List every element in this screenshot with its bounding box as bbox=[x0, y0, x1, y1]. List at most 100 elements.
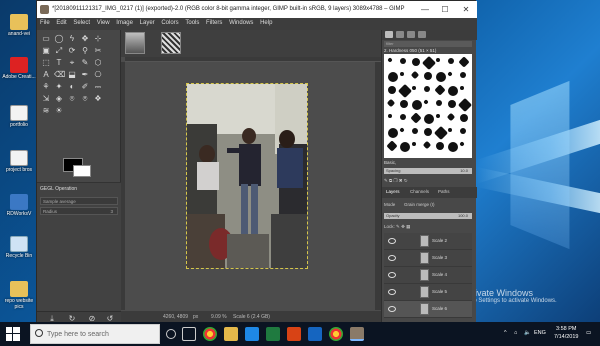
desktop-icon-adobe[interactable]: Adobe Creati... bbox=[2, 57, 36, 80]
brush-filter-input[interactable]: filter bbox=[384, 41, 472, 47]
brush-swatch[interactable] bbox=[424, 114, 434, 124]
tool-icon[interactable]: ⤢ bbox=[54, 46, 64, 55]
layer-row[interactable]: Scale 3 bbox=[384, 250, 472, 267]
tool-icon[interactable]: ◈ bbox=[54, 94, 64, 103]
brushes-tab-icon[interactable] bbox=[385, 31, 393, 38]
background-color-swatch[interactable] bbox=[73, 165, 91, 177]
tool-icon[interactable]: ▭ bbox=[41, 34, 51, 43]
task-view-icon[interactable] bbox=[182, 327, 196, 341]
fonts-tab-icon[interactable] bbox=[407, 31, 415, 38]
menu-image[interactable]: Image bbox=[113, 18, 135, 26]
tool-icon[interactable]: T bbox=[54, 58, 64, 67]
layer-row[interactable]: Scale 5 bbox=[384, 284, 472, 301]
menu-select[interactable]: Select bbox=[70, 18, 92, 26]
tray-up-arrow-icon[interactable]: ^ bbox=[504, 330, 507, 336]
eye-icon[interactable] bbox=[388, 255, 396, 261]
notification-icon[interactable]: ▭ bbox=[586, 330, 591, 336]
brush-swatch[interactable] bbox=[386, 140, 398, 152]
brush-swatch[interactable] bbox=[388, 128, 398, 138]
spacing-slider[interactable]: Spacing 10.0 bbox=[384, 168, 472, 174]
zoom-selector[interactable]: 9.09 % bbox=[211, 314, 227, 320]
chrome-icon[interactable] bbox=[203, 327, 217, 341]
brush-swatch[interactable] bbox=[400, 114, 406, 120]
image-tab-pattern[interactable] bbox=[161, 32, 181, 54]
tool-icon[interactable]: ⌖ bbox=[67, 58, 77, 67]
word-icon[interactable] bbox=[308, 327, 322, 341]
tool-icon[interactable]: ⎔ bbox=[93, 70, 103, 79]
desktop-icon-portfolio[interactable]: portfolio bbox=[2, 105, 36, 128]
tab-layers[interactable]: Layers bbox=[386, 189, 400, 194]
desktop-icon-rdworks[interactable]: RDWorksV bbox=[2, 194, 36, 217]
brush-swatch[interactable] bbox=[433, 125, 449, 141]
brush-swatch[interactable] bbox=[460, 114, 468, 122]
tool-icon[interactable]: ✂ bbox=[93, 46, 103, 55]
volume-icon[interactable]: 🔈 bbox=[524, 330, 531, 336]
eye-icon[interactable] bbox=[388, 289, 396, 295]
language-indicator[interactable]: ENG bbox=[534, 330, 546, 336]
eye-icon[interactable] bbox=[388, 306, 396, 312]
brush-swatch[interactable] bbox=[400, 72, 404, 76]
brush-swatch[interactable] bbox=[460, 86, 464, 90]
tool-icon[interactable]: ⍟ bbox=[80, 94, 90, 103]
tool-icon[interactable]: ⌾ bbox=[67, 94, 77, 103]
layer-row[interactable]: Scale 4 bbox=[384, 267, 472, 284]
desktop-icon-recycle-bin[interactable]: Recycle Bin bbox=[2, 236, 36, 259]
patterns-tab-icon[interactable] bbox=[396, 31, 404, 38]
tool-icon[interactable]: ⎓ bbox=[93, 82, 103, 91]
brush-swatch[interactable] bbox=[421, 55, 437, 71]
tool-icon[interactable]: ϟ bbox=[67, 34, 77, 43]
brush-swatch[interactable] bbox=[397, 83, 413, 99]
brush-swatch[interactable] bbox=[412, 142, 416, 146]
brush-swatch[interactable] bbox=[448, 100, 456, 108]
brush-swatch[interactable] bbox=[459, 141, 465, 147]
brush-swatch[interactable] bbox=[400, 100, 408, 108]
tool-icon[interactable]: ⚘ bbox=[41, 82, 51, 91]
tool-icon[interactable]: ⬓ bbox=[67, 70, 77, 79]
opacity-slider[interactable]: Opacity 100.0 bbox=[384, 213, 472, 219]
network-icon[interactable]: ⌂ bbox=[514, 330, 517, 336]
brush-swatch[interactable] bbox=[388, 86, 396, 94]
chrome-icon[interactable] bbox=[329, 327, 343, 341]
brush-swatch[interactable] bbox=[386, 98, 396, 108]
tool-icon[interactable]: ⊹ bbox=[93, 34, 103, 43]
menu-colors[interactable]: Colors bbox=[158, 18, 180, 26]
brush-swatch[interactable] bbox=[446, 112, 456, 122]
brush-swatch[interactable] bbox=[436, 100, 442, 106]
tool-icon[interactable]: ✐ bbox=[80, 82, 90, 91]
tool-icon[interactable]: ✎ bbox=[80, 58, 90, 67]
menu-layer[interactable]: Layer bbox=[137, 18, 157, 26]
tool-icon[interactable]: ✥ bbox=[80, 34, 90, 43]
brush-swatch[interactable] bbox=[460, 72, 466, 78]
title-bar[interactable]: *[20180911121317_IMG_0217 (1)] (exported… bbox=[37, 1, 477, 18]
tool-icon[interactable]: ❖ bbox=[93, 94, 103, 103]
brush-swatch[interactable] bbox=[436, 58, 440, 62]
brush-swatch[interactable] bbox=[410, 112, 422, 124]
tool-icon[interactable]: ✒ bbox=[80, 70, 90, 79]
brush-swatch[interactable] bbox=[400, 58, 406, 64]
tool-icon[interactable]: ✦ bbox=[54, 82, 64, 91]
tool-icon[interactable]: ≋ bbox=[41, 106, 51, 115]
brush-swatch[interactable] bbox=[458, 56, 470, 68]
lock-pixels-icon[interactable]: ✎ bbox=[396, 224, 400, 229]
eye-icon[interactable] bbox=[388, 238, 396, 244]
tool-icon[interactable]: ⬚ bbox=[41, 58, 51, 67]
brush-swatch[interactable] bbox=[412, 100, 422, 110]
tool-icon[interactable]: ⇲ bbox=[41, 94, 51, 103]
brush-swatch[interactable] bbox=[448, 86, 458, 96]
gimp-taskbar-icon[interactable] bbox=[350, 327, 364, 341]
menu-help[interactable]: Help bbox=[257, 18, 274, 26]
brush-swatch[interactable] bbox=[399, 127, 405, 133]
eye-icon[interactable] bbox=[388, 272, 396, 278]
tool-icon[interactable]: ⌫ bbox=[54, 70, 65, 79]
refresh-brushes-icon[interactable]: ↻ bbox=[404, 178, 408, 183]
tool-icon[interactable]: ◐ bbox=[67, 82, 77, 91]
tool-icon[interactable]: ▣ bbox=[41, 46, 51, 55]
office-icon[interactable] bbox=[287, 327, 301, 341]
lock-alpha-icon[interactable]: ▦ bbox=[406, 224, 410, 229]
brush-swatch[interactable] bbox=[460, 128, 466, 134]
tool-icon[interactable]: ☀ bbox=[54, 106, 64, 115]
layer-row[interactable]: Scale 2 bbox=[384, 233, 472, 250]
minimize-button[interactable]: — bbox=[415, 3, 435, 16]
maximize-button[interactable]: ☐ bbox=[435, 3, 455, 16]
clock-date[interactable]: 7/14/2019 bbox=[554, 334, 578, 340]
